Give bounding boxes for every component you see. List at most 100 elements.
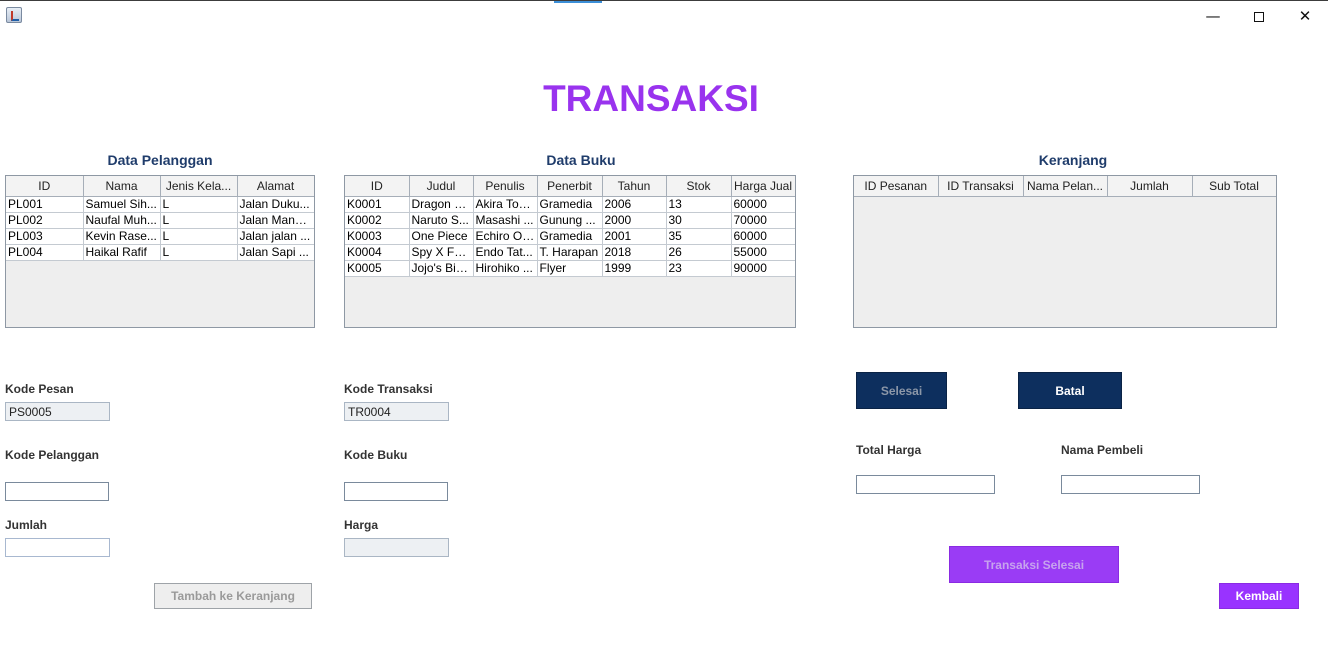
kode-buku-field[interactable]: [344, 482, 448, 501]
column-header[interactable]: Nama Pelan...: [1023, 176, 1108, 197]
column-header[interactable]: Jumlah: [1107, 176, 1193, 197]
table-cell[interactable]: Naruto S...: [409, 212, 474, 229]
column-header[interactable]: ID: [6, 176, 84, 197]
column-header[interactable]: Stok: [666, 176, 732, 197]
table-cell[interactable]: Dragon B...: [409, 196, 474, 213]
table-cell[interactable]: Endo Tat...: [473, 244, 538, 261]
table-cell[interactable]: 13: [666, 196, 732, 213]
table-cell[interactable]: K0003: [345, 228, 410, 245]
table-cell[interactable]: PL004: [6, 244, 84, 261]
table-cell[interactable]: Jojo's Biz...: [409, 260, 474, 277]
table-row[interactable]: K0004 Spy X Fa... Endo Tat... T. Harapan 201…: [345, 244, 795, 261]
nama-pembeli-label: Nama Pembeli: [1061, 443, 1144, 457]
kode-pelanggan-label: Kode Pelanggan: [5, 448, 100, 462]
table-cell[interactable]: L: [160, 196, 238, 213]
table-cell[interactable]: Kevin Rase...: [83, 228, 161, 245]
table-cell[interactable]: 2006: [602, 196, 667, 213]
table-cell[interactable]: Echiro Oda: [473, 228, 538, 245]
table-cell[interactable]: 2000: [602, 212, 667, 229]
table-cell[interactable]: Jalan jalan ...: [237, 228, 314, 245]
table-cell[interactable]: 26: [666, 244, 732, 261]
table-cell[interactable]: Masashi ...: [473, 212, 538, 229]
table-cell[interactable]: L: [160, 228, 238, 245]
table-row[interactable]: K0002 Naruto S... Masashi ... Gunung ... 200…: [345, 212, 795, 229]
column-header[interactable]: Harga Jual: [731, 176, 795, 197]
table-row[interactable]: K0005 Jojo's Biz... Hirohiko ... Flyer 1999 2…: [345, 260, 795, 277]
pelanggan-table[interactable]: ID Nama Jenis Kela... Alamat PL001 Samuel Sih…: [5, 175, 315, 328]
table-cell[interactable]: K0002: [345, 212, 410, 229]
table-cell[interactable]: Spy X Fa...: [409, 244, 474, 261]
maximize-icon[interactable]: [1236, 1, 1282, 31]
column-header[interactable]: Tahun: [602, 176, 667, 197]
table-cell[interactable]: 30: [666, 212, 732, 229]
table-cell[interactable]: 23: [666, 260, 732, 277]
table-cell[interactable]: Gramedia: [537, 196, 603, 213]
column-header[interactable]: Jenis Kela...: [160, 176, 238, 197]
table-row[interactable]: PL004 Haikal Rafif L Jalan Sapi ...: [6, 244, 314, 261]
column-header[interactable]: ID: [345, 176, 410, 197]
table-row[interactable]: PL001 Samuel Sih... L Jalan Duku...: [6, 196, 314, 213]
table-cell[interactable]: 55000: [731, 244, 795, 261]
table-cell[interactable]: 60000: [731, 228, 795, 245]
table-cell[interactable]: Haikal Rafif: [83, 244, 161, 261]
table-cell[interactable]: K0005: [345, 260, 410, 277]
table-cell[interactable]: K0004: [345, 244, 410, 261]
table-cell[interactable]: Jalan Sapi ...: [237, 244, 314, 261]
column-header[interactable]: Alamat: [237, 176, 314, 197]
table-cell[interactable]: Naufal Muh...: [83, 212, 161, 229]
table-cell[interactable]: 1999: [602, 260, 667, 277]
kode-transaksi-field: [344, 402, 449, 421]
table-cell[interactable]: Akira Tori...: [473, 196, 538, 213]
minimize-icon[interactable]: —: [1190, 1, 1236, 31]
table-cell[interactable]: 70000: [731, 212, 795, 229]
table-cell[interactable]: L: [160, 212, 238, 229]
table-row[interactable]: K0003 One Piece Echiro Oda Gramedia 2001 35 60…: [345, 228, 795, 245]
close-icon[interactable]: ✕: [1282, 1, 1328, 31]
kode-pesan-label: Kode Pesan: [5, 382, 74, 396]
buku-table[interactable]: ID Judul Penulis Penerbit Tahun Stok Harga Jua…: [344, 175, 796, 328]
table-row[interactable]: PL002 Naufal Muh... L Jalan Mang...: [6, 212, 314, 229]
column-header[interactable]: Penulis: [473, 176, 538, 197]
table-cell[interactable]: One Piece: [409, 228, 474, 245]
table-cell[interactable]: 90000: [731, 260, 795, 277]
tambah-keranjang-button[interactable]: Tambah ke Keranjang: [154, 583, 312, 609]
column-header[interactable]: Penerbit: [537, 176, 603, 197]
column-header[interactable]: ID Pesanan: [854, 176, 939, 197]
table-cell[interactable]: PL002: [6, 212, 84, 229]
batal-button[interactable]: Batal: [1018, 372, 1122, 409]
table-cell[interactable]: PL001: [6, 196, 84, 213]
table-cell[interactable]: L: [160, 244, 238, 261]
column-header[interactable]: Nama: [83, 176, 161, 197]
table-cell[interactable]: 2018: [602, 244, 667, 261]
keranjang-table[interactable]: ID Pesanan ID Transaksi Nama Pelan... Jumla…: [853, 175, 1277, 328]
total-harga-label: Total Harga: [856, 443, 922, 457]
column-header[interactable]: Sub Total: [1192, 176, 1276, 197]
nama-pembeli-field[interactable]: [1061, 475, 1200, 494]
table-cell[interactable]: K0001: [345, 196, 410, 213]
kembali-button[interactable]: Kembali: [1219, 583, 1299, 609]
table-cell[interactable]: Samuel Sih...: [83, 196, 161, 213]
table-row[interactable]: PL003 Kevin Rase... L Jalan jalan ...: [6, 228, 314, 245]
table-cell[interactable]: Gramedia: [537, 228, 603, 245]
total-harga-field[interactable]: [856, 475, 995, 494]
table-cell[interactable]: Hirohiko ...: [473, 260, 538, 277]
table-cell[interactable]: 2001: [602, 228, 667, 245]
harga-label: Harga: [344, 518, 379, 532]
table-cell[interactable]: 60000: [731, 196, 795, 213]
jumlah-field[interactable]: [5, 538, 110, 557]
column-header[interactable]: Judul: [409, 176, 474, 197]
java-app-icon: [6, 7, 22, 23]
table-row[interactable]: K0001 Dragon B... Akira Tori... Gramedia 200…: [345, 196, 795, 213]
table-cell[interactable]: PL003: [6, 228, 84, 245]
keranjang-title: Keranjang: [1038, 152, 1108, 168]
table-cell[interactable]: 35: [666, 228, 732, 245]
table-cell[interactable]: T. Harapan: [537, 244, 603, 261]
kode-pelanggan-field[interactable]: [5, 482, 109, 501]
table-cell[interactable]: Jalan Mang...: [237, 212, 314, 229]
table-cell[interactable]: Gunung ...: [537, 212, 603, 229]
transaksi-selesai-button[interactable]: Transaksi Selesai: [949, 546, 1119, 583]
table-cell[interactable]: Flyer: [537, 260, 603, 277]
selesai-button[interactable]: Selesai: [856, 372, 947, 409]
table-cell[interactable]: Jalan Duku...: [237, 196, 314, 213]
column-header[interactable]: ID Transaksi: [938, 176, 1024, 197]
